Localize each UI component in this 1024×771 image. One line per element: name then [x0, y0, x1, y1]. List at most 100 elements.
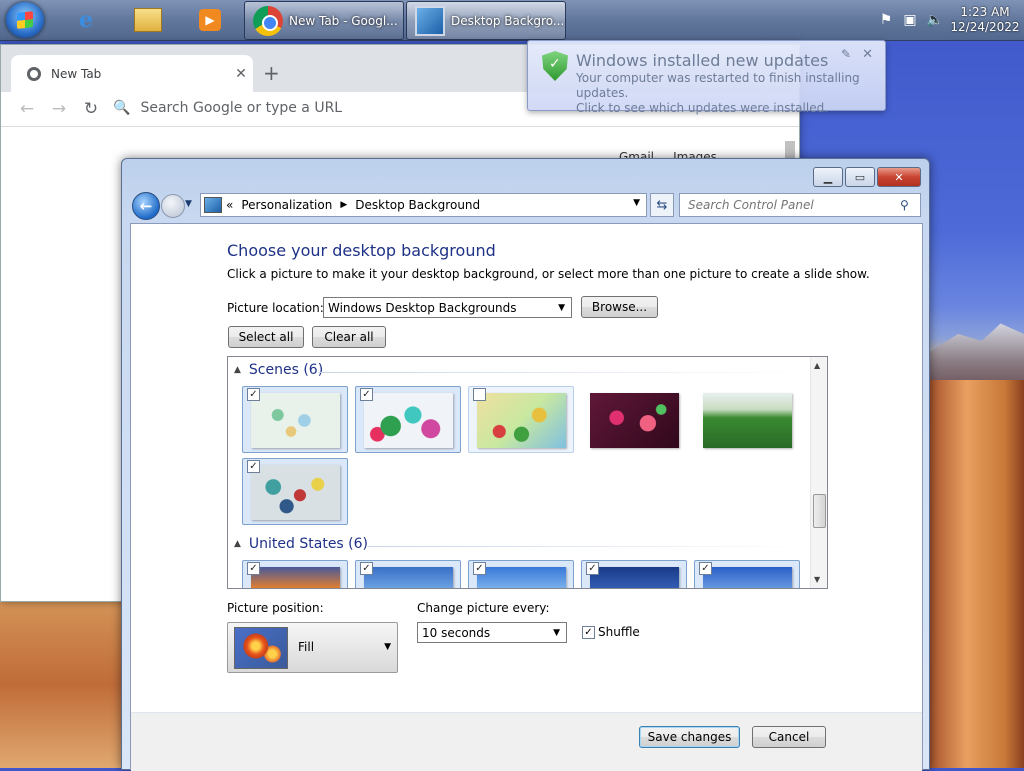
close-tab-icon[interactable]: ✕ [229, 66, 253, 82]
us-5-checkbox[interactable]: ✓ [699, 562, 712, 575]
forward-button[interactable] [161, 194, 185, 218]
wallpaper-thumb-us-2[interactable]: ✓ [355, 560, 461, 588]
search-input[interactable] [686, 197, 900, 213]
taskbar-chrome-label: New Tab - Googl... [289, 13, 398, 28]
close-button[interactable]: ✕ [877, 167, 921, 187]
shuffle-label[interactable]: Shuffle [598, 625, 640, 639]
media-player-icon[interactable]: ▶ [194, 4, 226, 36]
taskbar-chrome-task[interactable]: New Tab - Googl... [244, 1, 404, 40]
breadcrumb-separator-icon[interactable]: ▶ [340, 200, 347, 210]
save-changes-button[interactable]: Save changes [639, 726, 740, 748]
gallery-scrollbar[interactable]: ▲ ▼ [810, 357, 827, 588]
wallpaper-thumb-scenes-2[interactable]: ✓ [355, 386, 461, 453]
chrome-icon [253, 5, 283, 36]
page-description: Click a picture to make it your desktop … [227, 267, 870, 281]
shield-icon [542, 51, 568, 81]
group-header-scenes[interactable]: ▲ Scenes (6) [234, 362, 323, 378]
volume-icon[interactable]: 🔈 [926, 12, 943, 28]
us-1-checkbox[interactable]: ✓ [247, 562, 260, 575]
scenes-2-checkbox[interactable]: ✓ [360, 388, 373, 401]
us-2-checkbox[interactable]: ✓ [360, 562, 373, 575]
scroll-up-icon[interactable]: ▲ [814, 361, 820, 370]
cancel-button[interactable]: Cancel [752, 726, 826, 748]
wallpaper-arch [928, 380, 1024, 768]
scenes-2-image [364, 393, 453, 448]
scroll-down-icon[interactable]: ▼ [814, 575, 820, 584]
notification-line-1: Your computer was restarted to finish in… [576, 71, 860, 100]
notification-options-icon[interactable]: ✎ [841, 47, 851, 61]
chevron-down-icon: ▼ [553, 628, 560, 638]
internet-explorer-icon[interactable]: e [70, 4, 102, 36]
dialog-footer: Save changes Cancel [131, 712, 922, 771]
wallpaper-rock [0, 600, 122, 768]
maximize-button[interactable]: ▭ [845, 167, 875, 187]
breadcrumb-overflow[interactable]: « [226, 198, 233, 212]
breadcrumb-personalization[interactable]: Personalization [241, 198, 332, 212]
windows-update-icon[interactable]: ⚑ [878, 12, 894, 28]
wallpaper-thumb-us-1[interactable]: ✓ [242, 560, 348, 588]
picture-location-dropdown[interactable]: Windows Desktop Backgrounds ▼ [323, 297, 572, 318]
taskbar-desktop-background-task[interactable]: Desktop Backgro... [406, 1, 566, 40]
search-icon[interactable]: ⚲ [900, 198, 909, 212]
taskbar: e ▶ New Tab - Googl... Desktop Backgro..… [0, 0, 1024, 41]
scrollbar-thumb[interactable] [813, 494, 826, 528]
shuffle-checkbox[interactable]: ✓ [582, 626, 595, 639]
clear-all-button[interactable]: Clear all [312, 326, 386, 348]
content-pane: Choose your desktop background Click a p… [130, 223, 923, 771]
notification-close-icon[interactable]: ✕ [862, 47, 873, 62]
wallpaper-thumb-us-5[interactable]: ✓ [694, 560, 800, 588]
reload-icon[interactable]: ↻ [75, 99, 107, 119]
wallpaper-thumb-scenes-6[interactable]: ✓ [242, 458, 348, 525]
picture-position-dropdown[interactable]: Fill ▼ [227, 622, 398, 673]
wallpaper-thumb-scenes-5[interactable] [694, 386, 800, 453]
refresh-button[interactable]: ⇆ [650, 193, 674, 217]
collapse-triangle-icon[interactable]: ▲ [234, 365, 241, 375]
recent-pages-chevron-icon[interactable]: ▼ [185, 199, 192, 209]
wallpaper-thumb-scenes-1[interactable]: ✓ [242, 386, 348, 453]
scenes-3-checkbox[interactable] [473, 388, 486, 401]
search-icon: 🔍 [113, 100, 131, 116]
wallpaper-thumb-us-4[interactable]: ✓ [581, 560, 687, 588]
scenes-5-image [703, 393, 792, 448]
back-button[interactable]: ← [132, 192, 160, 220]
update-notification[interactable]: Windows installed new updates Your compu… [527, 40, 886, 115]
wallpaper-gallery: ▲ Scenes (6) ✓ ✓ ✓ ▲ United States (6) ✓… [227, 356, 828, 589]
chrome-tab-favicon [27, 66, 41, 81]
us-4-image [590, 567, 679, 588]
forward-arrow-icon[interactable]: → [43, 99, 75, 119]
control-panel-icon [415, 5, 445, 36]
search-control-panel[interactable]: ⚲ [679, 193, 921, 217]
new-tab-plus-icon[interactable]: + [263, 61, 280, 85]
start-button[interactable] [6, 2, 44, 38]
us-3-image [477, 567, 566, 588]
wallpaper-thumb-scenes-4[interactable] [581, 386, 687, 453]
us-3-checkbox[interactable]: ✓ [473, 562, 486, 575]
chrome-tab-new-tab[interactable]: New Tab ✕ [11, 55, 253, 92]
scenes-6-image [251, 465, 340, 520]
address-dropdown-icon[interactable]: ▼ [633, 198, 640, 208]
notification-title: Windows installed new updates [576, 51, 829, 70]
explorer-folder-icon[interactable] [132, 4, 164, 36]
chrome-scrollbar[interactable] [785, 141, 795, 159]
system-tray: ⚑ ▣ 🔈 1:23 AM 12/24/2022 [874, 0, 1024, 40]
chevron-down-icon: ▼ [558, 303, 565, 313]
browse-button[interactable]: Browse... [581, 296, 658, 318]
address-bar[interactable]: « Personalization ▶ Desktop Background ▼ [200, 193, 647, 217]
select-all-button[interactable]: Select all [228, 326, 304, 348]
scenes-6-checkbox[interactable]: ✓ [247, 460, 260, 473]
collapse-triangle-icon[interactable]: ▲ [234, 539, 241, 549]
group-header-united-states[interactable]: ▲ United States (6) [234, 536, 368, 552]
change-interval-value: 10 seconds [422, 625, 491, 640]
back-arrow-icon[interactable]: ← [11, 99, 43, 119]
us-4-checkbox[interactable]: ✓ [586, 562, 599, 575]
breadcrumb-desktop-background[interactable]: Desktop Background [355, 198, 480, 212]
us-2-image [364, 567, 453, 588]
scenes-1-checkbox[interactable]: ✓ [247, 388, 260, 401]
taskbar-desktop-background-label: Desktop Backgro... [451, 13, 565, 28]
wallpaper-thumb-us-3[interactable]: ✓ [468, 560, 574, 588]
wallpaper-thumb-scenes-3[interactable] [468, 386, 574, 453]
clock[interactable]: 1:23 AM 12/24/2022 [946, 5, 1024, 35]
network-icon[interactable]: ▣ [902, 12, 918, 28]
change-interval-dropdown[interactable]: 10 seconds ▼ [417, 622, 567, 643]
minimize-button[interactable]: ▁ [813, 167, 843, 187]
